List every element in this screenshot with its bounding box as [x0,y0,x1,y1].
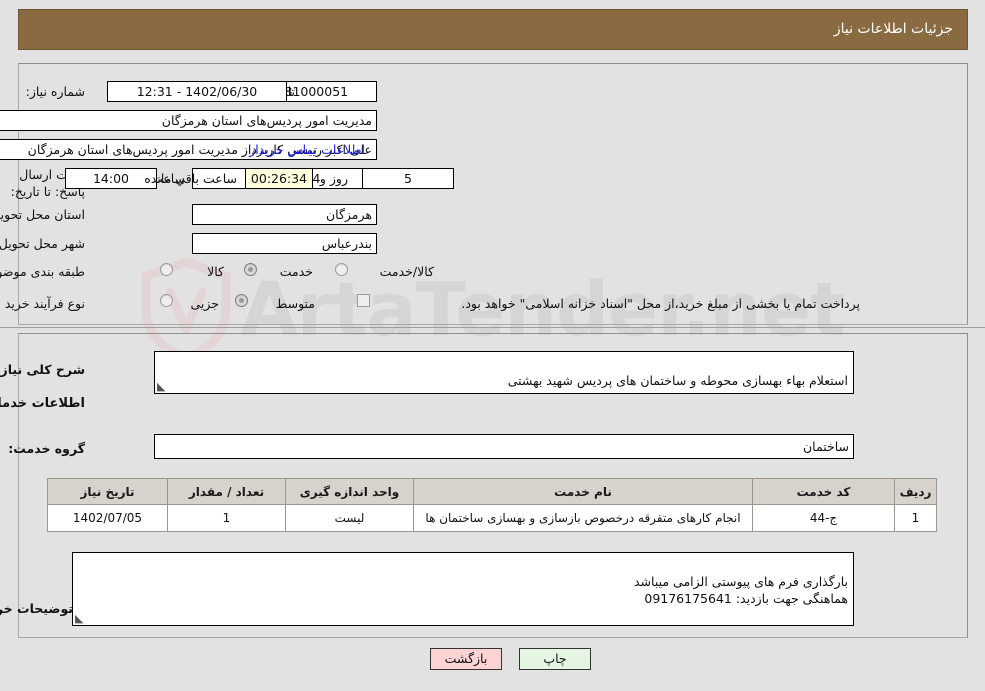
cell-code: ج-44 [752,504,895,532]
cell-date: 1402/07/05 [47,504,168,532]
radio-category-khedmat[interactable] [244,263,257,276]
buyer-contact-link[interactable]: اطلاعات تماس خریدار [249,142,365,157]
checkbox-treasury-docs[interactable] [357,294,370,307]
radio-category-kala[interactable] [160,263,173,276]
cell-unit: لیست [285,504,414,532]
radio-category-kala-label: کالا [207,264,224,279]
cell-quantity: 1 [167,504,286,532]
public-announce-field[interactable]: 1402/06/30 - 12:31 [107,81,287,102]
th-unit: واحد اندازه گیری [285,478,414,505]
category-label: طبقه بندی موضوعی: [0,264,85,279]
th-row: ردیف [894,478,937,505]
buyer-notes-textarea[interactable]: بارگذاری فرم های پیوستی الزامی میباشد هم… [72,552,854,626]
cell-row: 1 [894,504,937,532]
th-date: تاریخ نیاز [47,478,168,505]
purchase-type-label: نوع فرآیند خرید : [0,296,85,311]
treasury-note-label: پرداخت تمام یا بخشی از مبلغ خرید،از محل … [461,296,860,311]
province-field[interactable]: هرمزگان [192,204,377,225]
radio-category-kala-khedmat[interactable] [335,263,348,276]
city-label: شهر محل تحویل: [0,236,85,251]
services-heading: اطلاعات خدمات مورد نیاز [0,396,85,411]
city-field[interactable]: بندرعباس [192,233,377,254]
services-table-wrap: ردیف کد خدمت نام خدمت واحد اندازه گیری ت… [47,478,937,532]
general-desc-textarea[interactable]: استعلام بهاء بهسازی محوطه و ساختمان های … [154,351,854,394]
table-row: 1 ج-44 انجام کارهای متفرقه درخصوص بازساز… [47,504,937,532]
page-title: جزئیات اطلاعات نیاز [833,21,953,37]
print-button[interactable]: چاپ [519,648,591,670]
radio-purchase-jozei[interactable] [160,294,173,307]
countdown-label: ساعت باقي مانده [144,171,237,186]
province-label: استان محل تحویل: [0,207,85,222]
page-header-bar: جزئیات اطلاعات نیاز [18,9,968,50]
buyer-notes-label: توضیحات خریدار: [0,601,73,616]
remaining-days-field[interactable]: 5 [362,168,454,189]
need-number-label: شماره نیاز: [25,84,85,99]
countdown-field: 00:26:34 [245,168,313,189]
deadline-time-field[interactable]: 14:00 [65,168,157,189]
need-info-panel [18,63,968,325]
back-button[interactable]: بازگشت [430,648,502,670]
resize-grip-icon[interactable]: ◢ [157,380,167,393]
general-desc-text: استعلام بهاء بهسازی محوطه و ساختمان های … [507,373,848,388]
radio-purchase-jozei-label: جزیی [190,296,219,311]
table-header-row: ردیف کد خدمت نام خدمت واحد اندازه گیری ت… [47,478,937,505]
services-table: ردیف کد خدمت نام خدمت واحد اندازه گیری ت… [47,478,937,532]
page-root: ArtaTender.net جزئیات اطلاعات نیاز شماره… [0,0,985,691]
service-group-label: گروه خدمت: [8,441,85,456]
th-name: نام خدمت [413,478,753,505]
th-code: کد خدمت [752,478,895,505]
remaining-days-label: روز و [319,171,348,186]
cell-name: انجام کارهای متفرقه درخصوص بازسازی و بهس… [413,504,753,532]
resize-grip-icon-notes[interactable]: ◢ [75,612,85,625]
buyer-notes-text: بارگذاری فرم های پیوستی الزامی میباشد هم… [633,574,848,606]
radio-purchase-motevaset[interactable] [235,294,248,307]
section-divider [0,327,985,328]
service-group-field[interactable]: ساختمان [154,434,854,459]
th-quantity: تعداد / مقدار [167,478,286,505]
general-desc-label: شرح کلی نیاز: [0,362,85,377]
radio-purchase-motevaset-label: متوسط [275,296,315,311]
buyer-org-field[interactable]: مدیریت امور پردیس‌های استان هرمزگان [0,110,377,131]
radio-category-khedmat-label: خدمت [279,264,313,279]
radio-category-kala-khedmat-label: کالا/خدمت [379,264,434,279]
